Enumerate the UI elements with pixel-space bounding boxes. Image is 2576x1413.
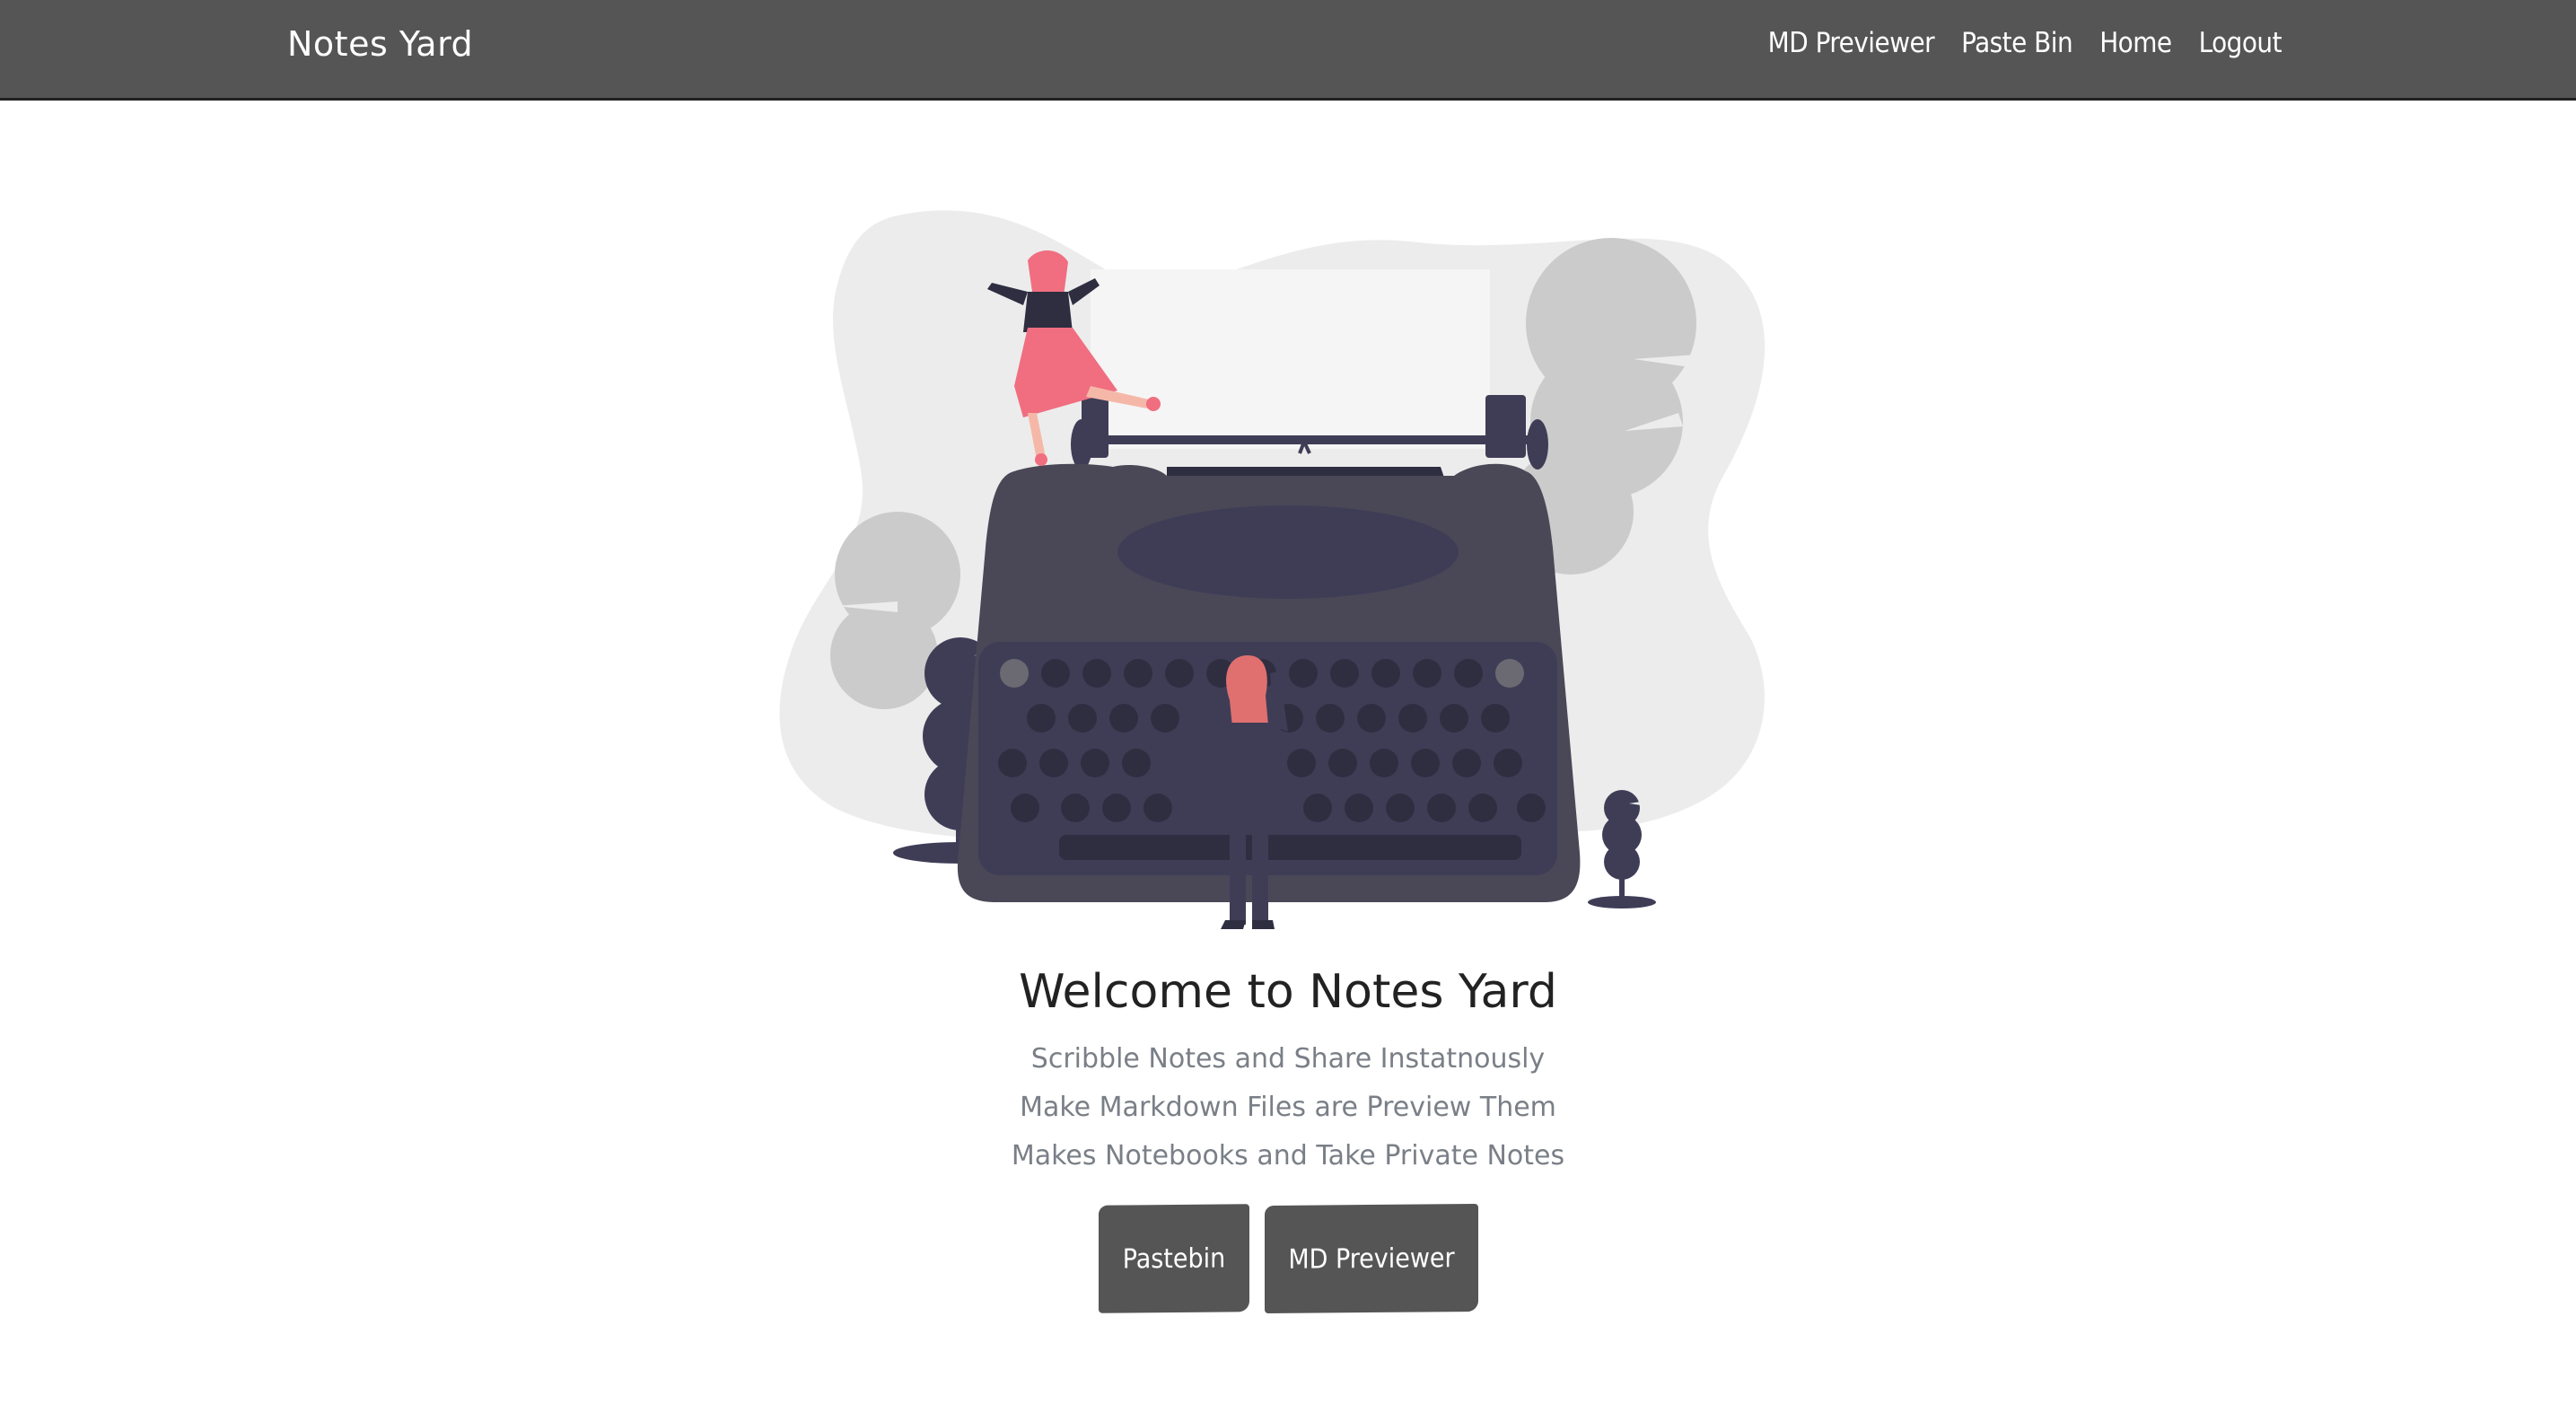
nav-link-home[interactable]: Home xyxy=(2099,27,2172,59)
tagline-line-3: Makes Notebooks and Take Private Notes xyxy=(1011,1140,1565,1172)
nav-link-paste-bin[interactable]: Paste Bin xyxy=(1961,27,2073,59)
navbar: Notes Yard MD Previewer Paste Bin Home L… xyxy=(0,0,2576,101)
hero-actions: Pastebin MD Previewer xyxy=(0,1203,2576,1314)
nav-link-md-previewer[interactable]: MD Previewer xyxy=(1768,27,1935,59)
typewriter-illustration xyxy=(779,210,1766,929)
nav-link-logout[interactable]: Logout xyxy=(2199,27,2282,59)
pastebin-button[interactable]: Pastebin xyxy=(1098,1204,1249,1313)
page-title: Welcome to Notes Yard xyxy=(1019,965,1557,1019)
tagline-line-1: Scribble Notes and Share Instatnously xyxy=(1030,1043,1546,1075)
nav-links: MD Previewer Paste Bin Home Logout xyxy=(1768,27,2282,59)
tagline-line-2: Make Markdown Files are Preview Them xyxy=(1020,1092,1556,1123)
md-previewer-button[interactable]: MD Previewer xyxy=(1264,1203,1478,1314)
brand-link[interactable]: Notes Yard xyxy=(287,24,473,64)
